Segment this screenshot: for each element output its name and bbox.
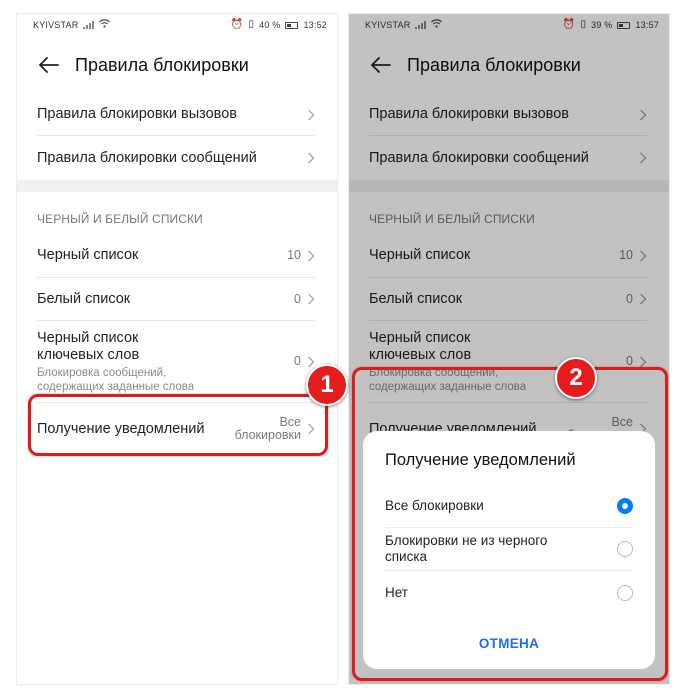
chevron-right-icon (640, 293, 647, 305)
call-block-rules-label: Правила блокировки вызовов (369, 106, 569, 122)
blacklist-label: Черный список (369, 247, 471, 263)
chevron-right-icon (640, 109, 647, 120)
battery-icon (617, 21, 631, 29)
highlight-frame-dialog (352, 367, 668, 681)
step-badge-2: 2 (555, 357, 597, 399)
call-block-rules-item[interactable]: Правила блокировки вызовов (37, 94, 315, 136)
app-bar: Правила блокировки (349, 36, 669, 94)
carrier-label: KYIVSTAR (33, 20, 79, 30)
whitelist-count: 0 (626, 291, 633, 306)
blacklist-label: Черный список (37, 247, 139, 263)
whitelist-label: Белый список (37, 290, 131, 307)
status-bar: KYIVSTAR ⏰ ▯ 39 % 13:57 (349, 14, 669, 36)
chevron-right-icon (640, 250, 647, 261)
section-header: ЧЕРНЫЙ И БЕЛЫЙ СПИСКИ (369, 212, 535, 226)
message-block-rules-label: Правила блокировки сообщений (37, 149, 257, 166)
section-header: ЧЕРНЫЙ И БЕЛЫЙ СПИСКИ (37, 212, 203, 226)
signal-icon (83, 21, 95, 29)
keyword-blacklist-item[interactable]: Черный список ключевых слов Блокировка с… (37, 321, 315, 403)
blacklist-item[interactable]: Черный список 10 (369, 234, 647, 278)
blacklist-item[interactable]: Черный список 10 (37, 234, 315, 278)
phone-screen-left: KYIVSTAR ⏰ ▯ 40 % 13:52 Правила блокиров… (17, 14, 337, 684)
call-block-rules-item[interactable]: Правила блокировки вызовов (369, 94, 647, 136)
clock: 13:52 (303, 20, 327, 30)
keyword-blacklist-count: 0 (294, 354, 301, 368)
carrier-label: KYIVSTAR (365, 20, 411, 30)
battery-percent: 40 % (259, 20, 281, 30)
back-arrow-icon[interactable] (39, 54, 61, 76)
keyword-blacklist-label-line2: ключевых слов (369, 346, 472, 363)
battery-icon (285, 21, 299, 29)
whitelist-item[interactable]: Белый список 0 (369, 278, 647, 321)
alarm-icon: ⏰ (562, 19, 576, 30)
chevron-right-icon (308, 356, 315, 367)
section-divider (349, 180, 669, 192)
back-arrow-icon[interactable] (371, 54, 393, 76)
message-block-rules-label: Правила блокировки сообщений (369, 149, 589, 166)
battery-percent: 39 % (591, 20, 613, 30)
vibrate-icon: ▯ (580, 19, 587, 30)
wifi-icon (99, 19, 111, 31)
whitelist-label: Белый список (369, 290, 463, 307)
keyword-blacklist-label-line1: Черный список (37, 329, 139, 346)
whitelist-count: 0 (294, 291, 301, 306)
alarm-icon: ⏰ (230, 19, 244, 30)
section-divider (17, 180, 337, 192)
message-block-rules-item[interactable]: Правила блокировки сообщений (37, 136, 315, 180)
step-badge-1: 1 (306, 364, 348, 406)
chevron-right-icon (308, 152, 315, 164)
page-title: Правила блокировки (407, 54, 581, 75)
message-block-rules-item[interactable]: Правила блокировки сообщений (369, 136, 647, 180)
status-bar: KYIVSTAR ⏰ ▯ 40 % 13:52 (17, 14, 337, 36)
vibrate-icon: ▯ (248, 19, 255, 30)
blacklist-count: 10 (619, 248, 633, 262)
whitelist-item[interactable]: Белый список 0 (37, 278, 315, 321)
chevron-right-icon (308, 109, 315, 120)
keyword-blacklist-label-line1: Черный список (369, 329, 471, 346)
page-title: Правила блокировки (75, 54, 249, 75)
signal-icon (415, 21, 427, 29)
keyword-blacklist-label-line2: ключевых слов (37, 346, 140, 363)
chevron-right-icon (308, 293, 315, 305)
call-block-rules-label: Правила блокировки вызовов (37, 106, 237, 122)
chevron-right-icon (640, 152, 647, 164)
blacklist-count: 10 (287, 248, 301, 262)
highlight-frame-notifications (28, 394, 328, 456)
chevron-right-icon (640, 356, 647, 367)
keyword-blacklist-desc-line1: Блокировка сообщений, (37, 366, 167, 379)
chevron-right-icon (308, 250, 315, 261)
wifi-icon (431, 19, 443, 31)
app-bar: Правила блокировки (17, 36, 337, 94)
clock: 13:57 (635, 20, 659, 30)
keyword-blacklist-desc-line2: содержащих заданные слова (37, 380, 195, 393)
